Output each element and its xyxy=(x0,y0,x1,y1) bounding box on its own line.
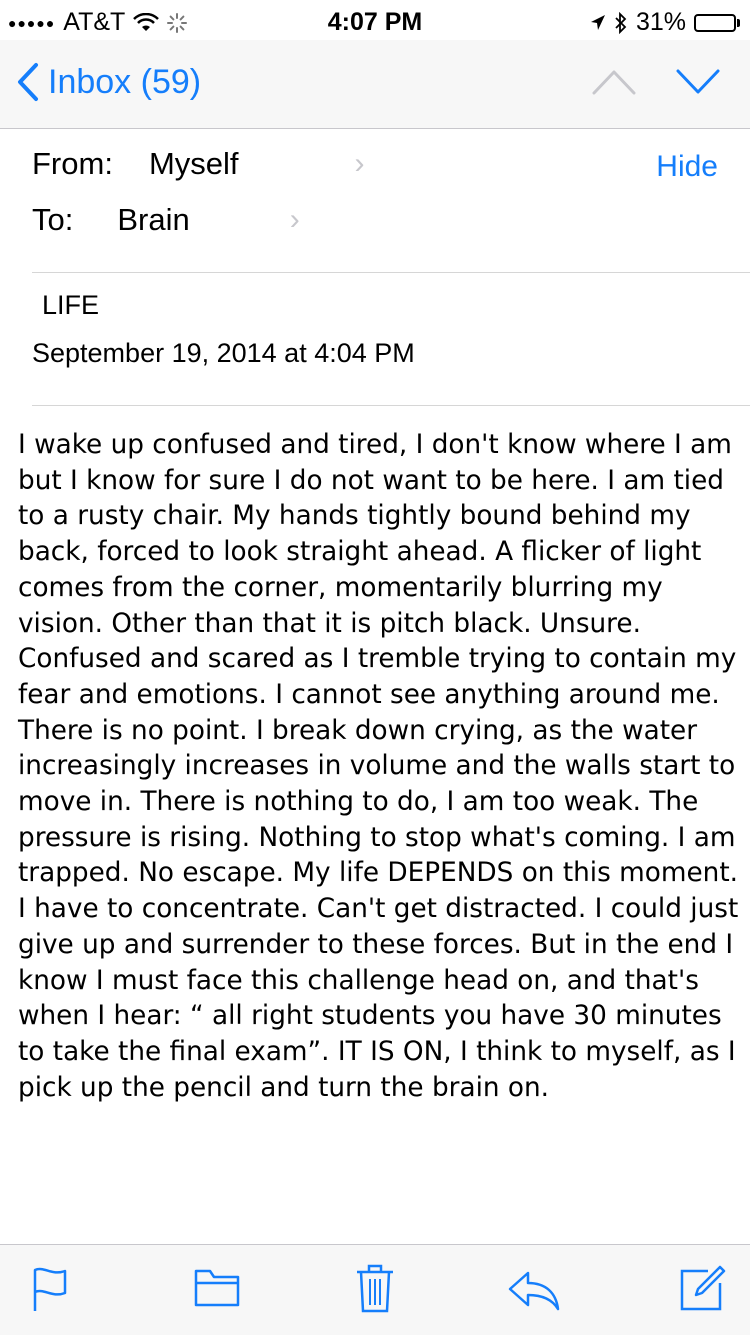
bottom-toolbar xyxy=(0,1244,750,1335)
back-label: Inbox (59) xyxy=(48,62,202,101)
from-value[interactable]: Myself xyxy=(149,146,239,182)
body-divider xyxy=(32,405,750,406)
from-row[interactable]: From: Myself › xyxy=(32,146,365,182)
status-bar: ●●●●● AT&T 4:07 PM 31% xyxy=(0,0,750,40)
next-message-button[interactable] xyxy=(676,68,720,96)
previous-message-button[interactable] xyxy=(592,68,636,96)
trash-icon[interactable] xyxy=(356,1263,394,1313)
battery-icon xyxy=(694,13,740,32)
message-body: I wake up confused and tired, I don't kn… xyxy=(18,430,739,1103)
location-arrow-icon xyxy=(590,14,605,30)
message-navigation xyxy=(592,68,720,96)
hide-button[interactable]: Hide xyxy=(656,150,718,184)
chevron-right-icon: › xyxy=(289,203,300,236)
reply-icon[interactable] xyxy=(508,1271,560,1311)
compose-icon[interactable] xyxy=(678,1265,726,1313)
battery-percent: 31% xyxy=(635,8,686,36)
navigation-bar: Inbox (59) xyxy=(0,40,750,129)
message-subject: LIFE xyxy=(42,290,100,320)
status-right: 31% xyxy=(590,8,740,37)
from-label: From: xyxy=(32,146,113,181)
chevron-right-icon: › xyxy=(354,147,365,180)
back-to-inbox-button[interactable]: Inbox (59) xyxy=(16,62,201,102)
message-date: September 19, 2014 at 4:04 PM xyxy=(32,338,415,368)
bluetooth-icon xyxy=(615,11,627,34)
to-value[interactable]: Brain xyxy=(117,202,189,238)
flag-icon[interactable] xyxy=(32,1267,68,1313)
to-row[interactable]: To: Brain › xyxy=(32,202,300,238)
folder-icon[interactable] xyxy=(194,1267,240,1307)
header-divider xyxy=(32,272,750,273)
chevron-left-icon xyxy=(18,63,38,101)
to-label: To: xyxy=(32,202,74,237)
